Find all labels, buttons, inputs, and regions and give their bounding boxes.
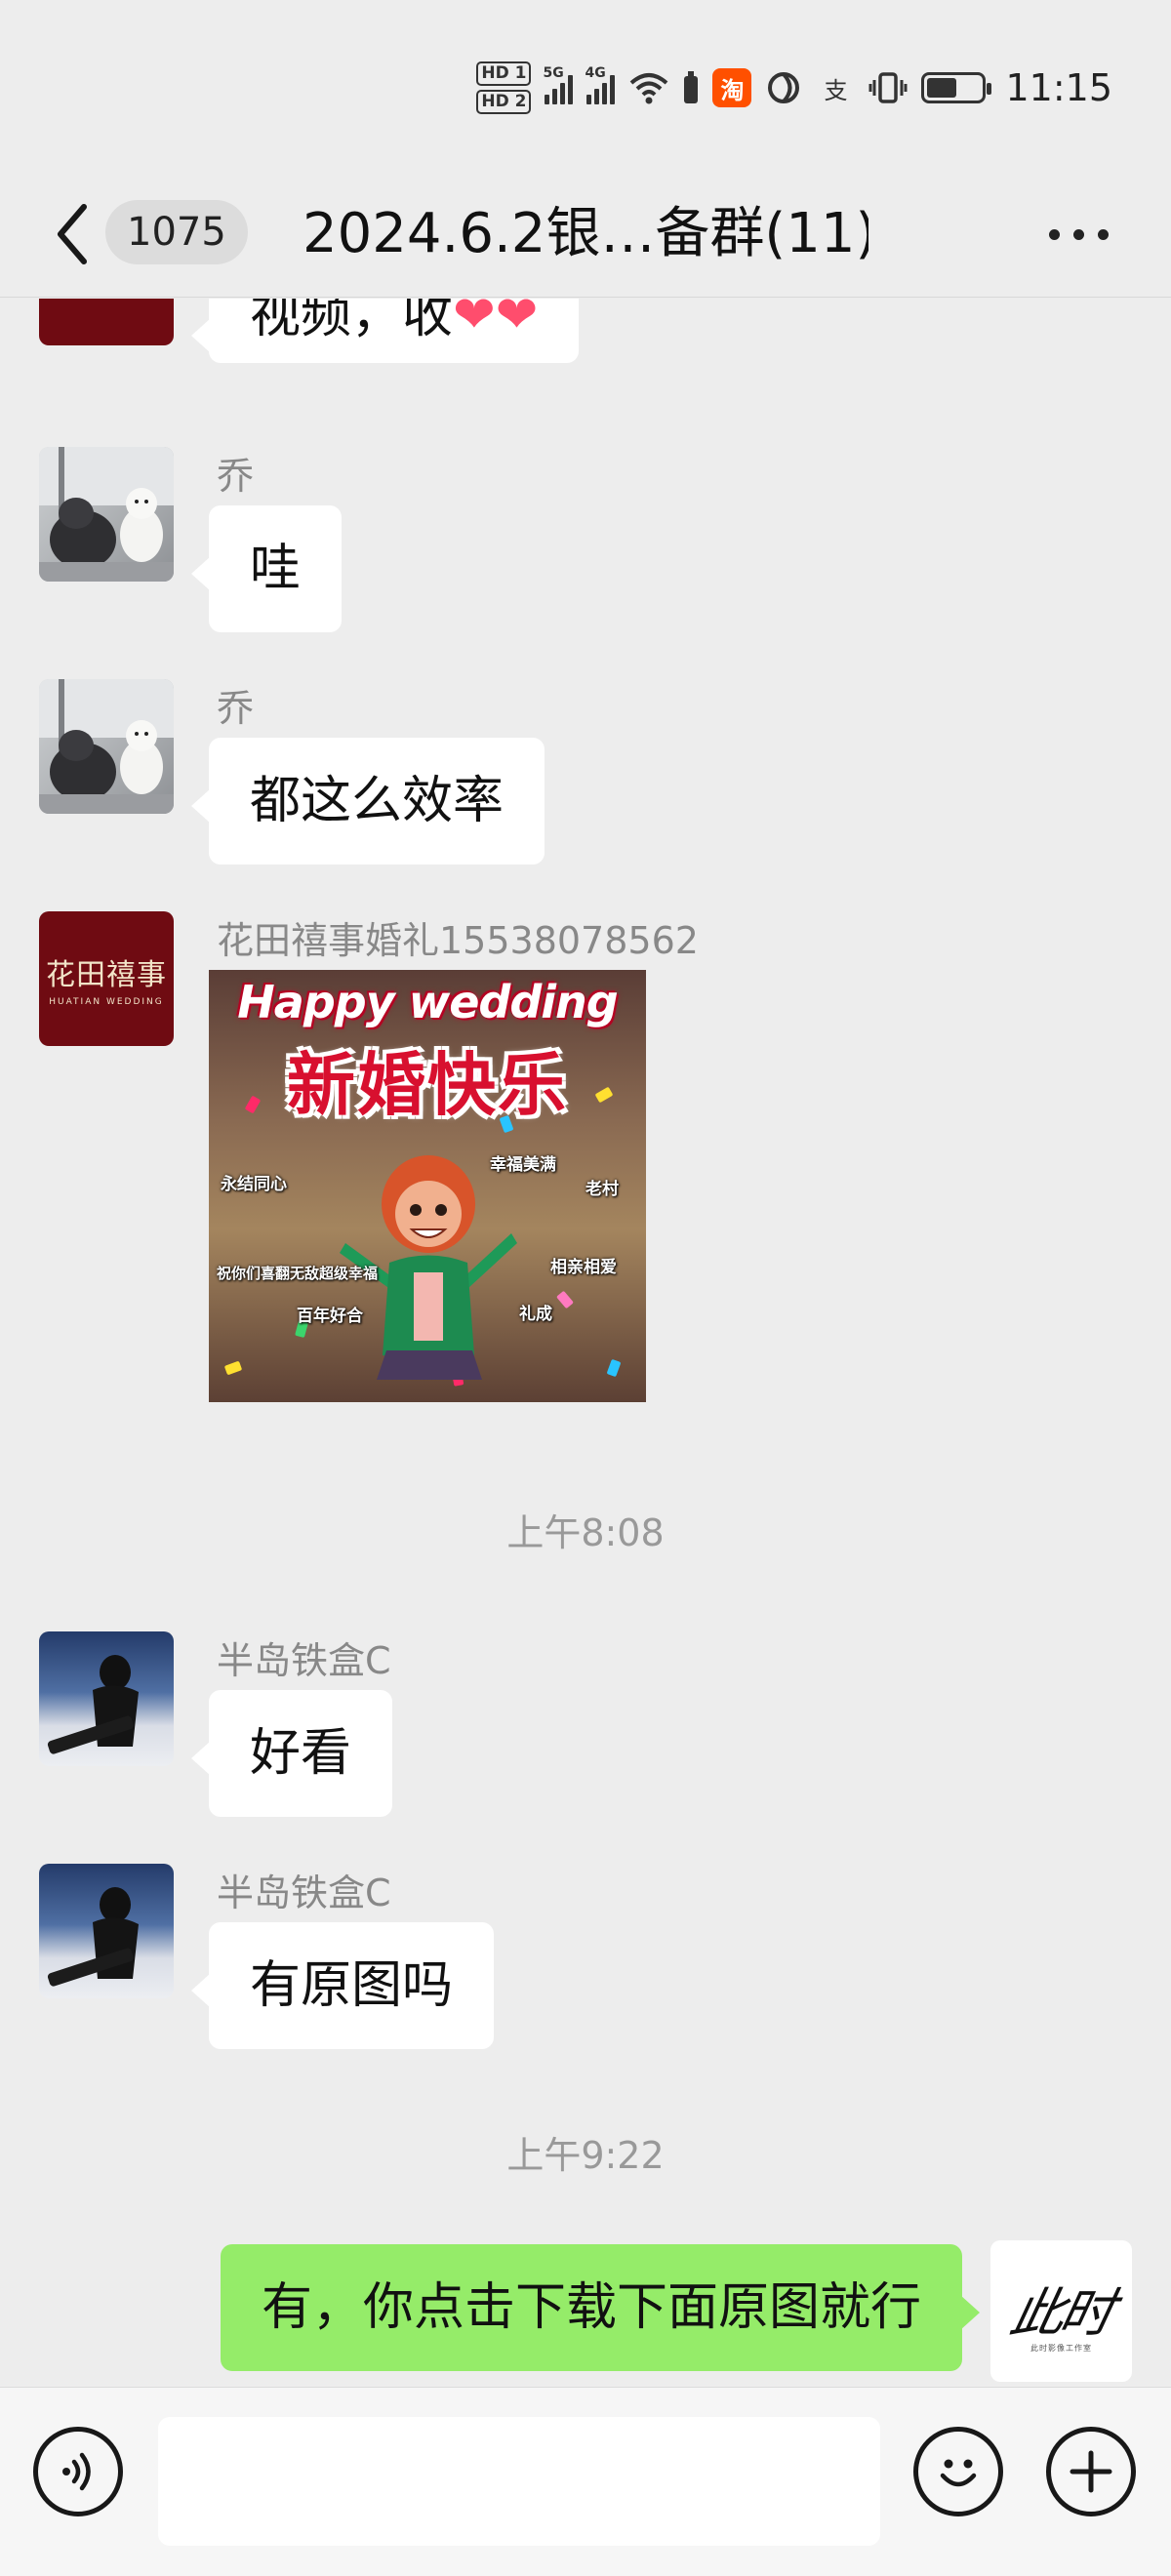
network-label-4g: 4G xyxy=(585,65,606,81)
taobao-label: 淘 xyxy=(720,76,745,104)
more-functions-button[interactable] xyxy=(1046,2427,1136,2516)
message-text: 视频，收 xyxy=(250,299,454,344)
battery-level xyxy=(927,78,957,98)
signal-5g-icon: 5G xyxy=(543,65,574,104)
wifi-icon xyxy=(630,73,668,104)
self-avatar-logo-text: 此时 xyxy=(1004,2281,1116,2344)
avatar[interactable]: 花田禧事 HUATIAN WEDDING xyxy=(39,911,174,1046)
status-icons: HD 1 HD 2 5G 4G 淘 支 11:15 xyxy=(476,54,1112,122)
brand-avatar-text: 花田禧事 xyxy=(46,958,167,992)
image-tag: 相亲相爱 xyxy=(550,1258,617,1277)
avatar-self[interactable]: 此时 此时影像工作室 xyxy=(990,2240,1132,2382)
emoji-button[interactable] xyxy=(913,2427,1003,2516)
input-bar xyxy=(0,2387,1171,2576)
hd-badges: HD 1 HD 2 xyxy=(476,61,532,114)
avatar[interactable]: 花田禧事 xyxy=(39,299,174,345)
alipay-icon: 支 xyxy=(816,68,855,107)
chat-title[interactable]: 2024.6.2银…备群(11) xyxy=(303,198,868,270)
sender-name: 乔 xyxy=(217,687,255,730)
avatar[interactable] xyxy=(39,447,174,582)
image-headline: Happy wedding xyxy=(237,976,618,1028)
voice-icon xyxy=(62,2452,91,2491)
message-text: 有原图吗 xyxy=(250,1956,454,2015)
image-tag: 百年好合 xyxy=(297,1307,363,1326)
message-text: 有，你点击下载下面原图就行 xyxy=(261,2278,921,2337)
status-time: 11:15 xyxy=(1005,66,1112,109)
more-dot-icon xyxy=(1072,228,1084,240)
voice-input-button[interactable] xyxy=(33,2427,123,2516)
message-text: 都这么效率 xyxy=(250,772,505,830)
message-text: 好看 xyxy=(250,1724,352,1783)
message-bubble[interactable]: 视频，收❤❤ xyxy=(190,299,580,363)
message-input[interactable] xyxy=(158,2417,880,2546)
chat-header: 1075 2024.6.2银…备群(11) xyxy=(0,171,1171,298)
more-dot-icon xyxy=(1097,228,1109,240)
heart-emoji-icon: ❤❤ xyxy=(453,299,539,344)
sender-name: 半岛铁盒C xyxy=(217,1872,391,1914)
message-list[interactable]: 花田禧事 视频，收❤❤ 乔 哇 乔 xyxy=(0,299,1171,2387)
image-message[interactable]: Happy wedding 新婚快乐 永结同心 幸福美满 老村 祝你们喜翻无敌超… xyxy=(209,970,646,1402)
person-photo-icon xyxy=(47,1655,139,1754)
hd-badge-2: HD 2 xyxy=(476,90,532,114)
back-button[interactable] xyxy=(43,200,101,268)
image-tag: 幸福美满 xyxy=(490,1155,556,1175)
alipay-label: 支 xyxy=(824,76,848,104)
message-bubble[interactable]: 有原图吗 xyxy=(190,1922,495,2049)
taobao-icon: 淘 xyxy=(712,68,752,107)
image-tag: 祝你们喜翻无敌超级幸福 xyxy=(217,1265,379,1282)
plus-icon xyxy=(1070,2450,1112,2493)
chevron-left-icon xyxy=(58,204,87,264)
brand-avatar-text: 花田禧事 xyxy=(46,299,167,300)
timestamp: 上午9:22 xyxy=(506,2134,665,2177)
message-bubble[interactable]: 哇 xyxy=(190,505,343,632)
image-tag: 礼成 xyxy=(519,1305,552,1324)
message-text: 哇 xyxy=(250,540,302,598)
more-options-button[interactable] xyxy=(1025,210,1132,259)
emoji-icon xyxy=(940,2459,977,2487)
sender-name: 半岛铁盒C xyxy=(217,1639,391,1682)
avatar[interactable] xyxy=(39,679,174,814)
battery-icon xyxy=(921,72,992,103)
image-title: 新婚快乐 xyxy=(287,1045,568,1125)
person-photo-icon xyxy=(47,1887,139,1987)
battery-saver-icon xyxy=(684,71,699,103)
message-bubble[interactable]: 都这么效率 xyxy=(190,738,545,865)
vibrate-icon xyxy=(868,72,908,103)
status-bar: HD 1 HD 2 5G 4G 淘 支 11:15 xyxy=(0,0,1171,171)
message-bubble-self[interactable]: 有，你点击下载下面原图就行 xyxy=(220,2244,981,2371)
sender-name: 乔 xyxy=(217,455,255,498)
dogs-photo-icon xyxy=(39,447,174,582)
dogs-photo-icon xyxy=(39,679,174,814)
network-label-5g: 5G xyxy=(543,65,564,81)
image-tag: 老村 xyxy=(586,1180,619,1199)
avatar[interactable] xyxy=(39,1631,174,1766)
avatar[interactable] xyxy=(39,1864,174,1998)
signal-4g-icon: 4G xyxy=(585,65,616,104)
message-bubble[interactable]: 好看 xyxy=(190,1690,393,1817)
hd-badge-1: HD 1 xyxy=(476,61,532,86)
sticker-icon xyxy=(768,72,800,103)
brand-avatar-subtext: HUATIAN WEDDING xyxy=(49,997,164,1007)
unread-count-badge[interactable]: 1075 xyxy=(105,200,248,264)
more-dot-icon xyxy=(1048,228,1060,240)
sender-name: 花田禧事婚礼15538078562 xyxy=(217,919,699,962)
timestamp: 上午8:08 xyxy=(506,1511,665,1554)
image-tag: 永结同心 xyxy=(221,1175,287,1194)
